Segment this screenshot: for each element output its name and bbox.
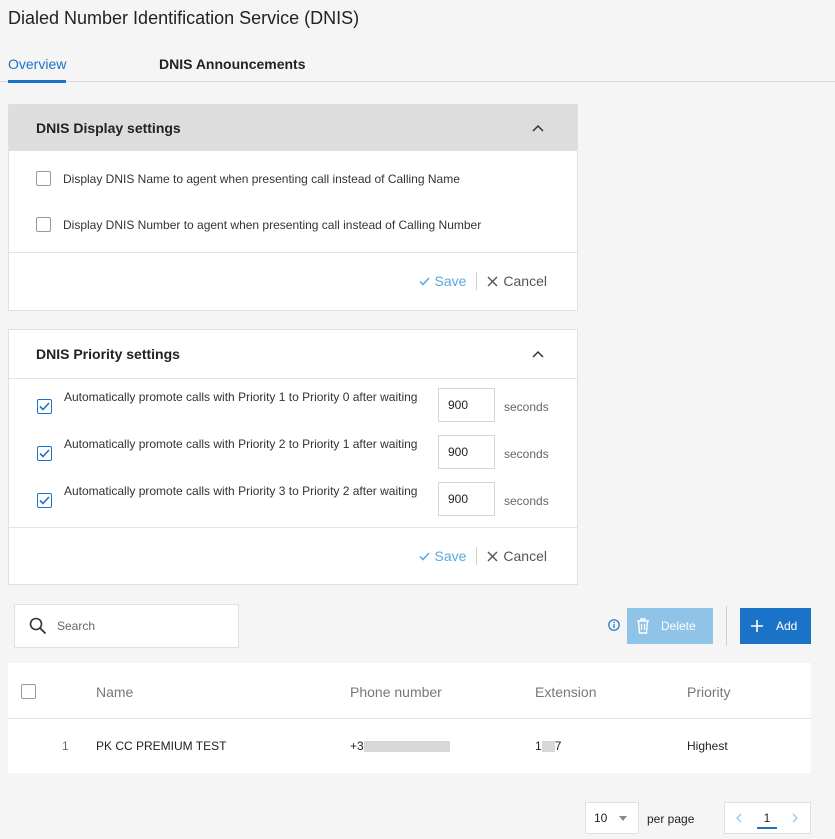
per-page-select[interactable]: 10 xyxy=(585,802,639,834)
delete-button[interactable]: Delete xyxy=(627,608,713,644)
dnis-table: Name Phone number Extension Priority 1 P… xyxy=(8,663,811,773)
close-icon xyxy=(487,276,498,286)
chevron-right-icon xyxy=(792,813,798,823)
display-settings-footer: Save Cancel xyxy=(9,252,577,311)
delete-label: Delete xyxy=(661,619,696,633)
display-number-option: Display DNIS Number to agent when presen… xyxy=(36,217,481,232)
display-save-button[interactable]: Save xyxy=(419,273,466,289)
priority-cancel-label: Cancel xyxy=(503,548,547,564)
select-all-checkbox[interactable] xyxy=(21,684,36,699)
display-settings-header[interactable]: DNIS Display settings xyxy=(9,105,577,151)
row-phone: +3 xyxy=(350,739,450,753)
pagination: 1 xyxy=(724,802,811,834)
row-extension: 17 xyxy=(535,739,562,753)
search-box[interactable] xyxy=(14,604,239,648)
display-cancel-label: Cancel xyxy=(503,273,547,289)
seconds-label: seconds xyxy=(504,400,549,414)
tab-overview[interactable]: Overview xyxy=(8,56,67,83)
priority-settings-title: DNIS Priority settings xyxy=(36,346,180,362)
row-priority: Highest xyxy=(687,739,728,753)
plus-icon xyxy=(751,620,763,632)
page-title: Dialed Number Identification Service (DN… xyxy=(8,8,360,28)
trash-icon xyxy=(637,618,649,634)
display-number-label: Display DNIS Number to agent when presen… xyxy=(63,217,482,232)
priority-settings-actions: Save Cancel xyxy=(419,547,547,565)
column-header-phone[interactable]: Phone number xyxy=(350,684,442,700)
priority-rule-text: Automatically promote calls with Priorit… xyxy=(64,484,418,498)
priority-seconds-input[interactable] xyxy=(438,435,495,469)
chevron-up-icon[interactable] xyxy=(529,119,547,137)
next-page-button[interactable] xyxy=(781,803,809,833)
search-icon xyxy=(29,617,47,635)
close-icon xyxy=(487,551,498,561)
seconds-label: seconds xyxy=(504,447,549,461)
tab-bar: Overview DNIS Announcements xyxy=(0,56,835,83)
column-header-priority[interactable]: Priority xyxy=(687,684,731,700)
redacted-block xyxy=(541,741,555,753)
display-save-label: Save xyxy=(434,273,467,289)
add-button[interactable]: Add xyxy=(740,608,811,644)
display-settings-title: DNIS Display settings xyxy=(36,120,181,136)
per-page-value: 10 xyxy=(594,811,608,825)
priority-settings-header[interactable]: DNIS Priority settings xyxy=(9,330,577,379)
table-header-divider xyxy=(8,718,811,719)
priority-rule-checkbox[interactable] xyxy=(37,446,52,461)
column-header-name[interactable]: Name xyxy=(96,684,133,700)
priority-rule-text: Automatically promote calls with Priorit… xyxy=(64,390,418,404)
priority-rule-text: Automatically promote calls with Priorit… xyxy=(64,437,418,451)
chevron-left-icon xyxy=(736,813,742,823)
per-page-label: per page xyxy=(647,812,695,826)
check-icon xyxy=(419,276,431,286)
priority-cancel-button[interactable]: Cancel xyxy=(487,548,547,564)
seconds-label: seconds xyxy=(504,494,549,508)
add-label: Add xyxy=(776,619,798,633)
display-number-checkbox[interactable] xyxy=(36,217,51,232)
priority-settings-panel: DNIS Priority settings Automatically pro… xyxy=(8,329,578,585)
display-name-option: Display DNIS Name to agent when presenti… xyxy=(36,171,460,186)
row-name: PK CC PREMIUM TEST xyxy=(96,739,227,753)
priority-seconds-input[interactable] xyxy=(438,482,495,516)
priority-settings-footer: Save Cancel xyxy=(9,527,577,585)
display-name-checkbox[interactable] xyxy=(36,171,51,186)
tab-dnis-announcements[interactable]: DNIS Announcements xyxy=(159,56,306,72)
search-input[interactable] xyxy=(57,619,217,633)
column-header-extension[interactable]: Extension xyxy=(535,684,596,700)
priority-save-button[interactable]: Save xyxy=(419,548,466,564)
priority-rule-checkbox[interactable] xyxy=(37,399,52,414)
display-name-label: Display DNIS Name to agent when presenti… xyxy=(63,171,460,186)
check-icon xyxy=(419,551,431,561)
info-icon[interactable] xyxy=(608,619,620,631)
display-cancel-button[interactable]: Cancel xyxy=(487,273,547,289)
caret-down-icon xyxy=(619,815,628,821)
chevron-up-icon[interactable] xyxy=(529,345,547,363)
redacted-block xyxy=(363,741,450,753)
action-divider xyxy=(476,272,478,290)
priority-rule-checkbox[interactable] xyxy=(37,493,52,508)
prev-page-button[interactable] xyxy=(725,803,753,833)
toolbar-divider xyxy=(726,606,727,646)
display-settings-actions: Save Cancel xyxy=(419,272,547,290)
priority-seconds-input[interactable] xyxy=(438,388,495,422)
priority-save-label: Save xyxy=(434,548,467,564)
page-number[interactable]: 1 xyxy=(753,803,781,833)
action-divider xyxy=(476,547,478,565)
display-settings-panel: DNIS Display settings Display DNIS Name … xyxy=(8,104,578,311)
row-index: 1 xyxy=(62,739,69,753)
